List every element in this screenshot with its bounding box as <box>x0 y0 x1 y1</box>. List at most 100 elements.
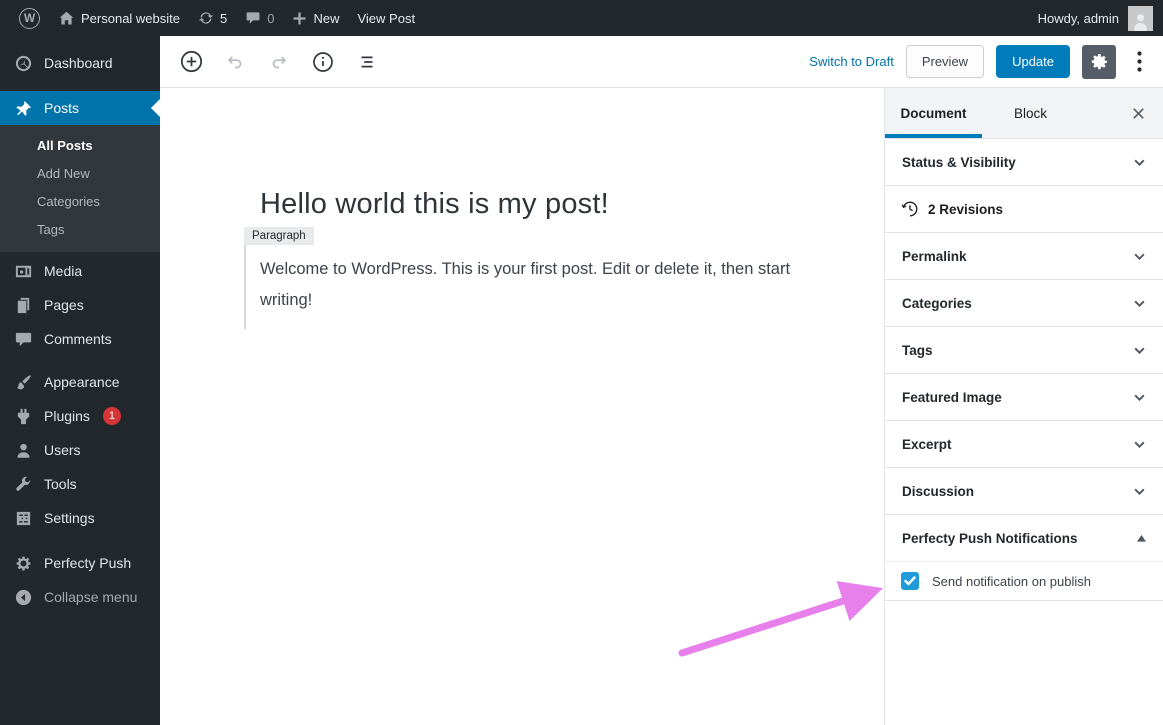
sidebar-item-label: Media <box>44 263 82 279</box>
dashboard-icon <box>14 54 33 73</box>
collapse-menu-button[interactable]: Collapse menu <box>0 580 160 614</box>
new-label: New <box>313 11 339 26</box>
panel-perfecty-push-notifications[interactable]: Perfecty Push Notifications <box>885 515 1163 562</box>
undo-arrow-icon <box>224 51 246 73</box>
plugins-update-badge: 1 <box>103 407 121 425</box>
sidebar-item-plugins[interactable]: Plugins 1 <box>0 399 160 433</box>
comments-link[interactable]: 0 <box>236 0 283 36</box>
content-structure-button[interactable] <box>305 44 341 80</box>
settings-toggle-button[interactable] <box>1082 45 1116 79</box>
site-name-label: Personal website <box>81 11 180 26</box>
paragraph-text[interactable]: Welcome to WordPress. This is your first… <box>260 254 806 315</box>
panel-categories[interactable]: Categories <box>885 280 1163 327</box>
panel-featured-image[interactable]: Featured Image <box>885 374 1163 421</box>
editor-header: Switch to Draft Preview Update <box>160 36 1163 88</box>
gear-icon <box>14 554 33 573</box>
chevron-down-icon <box>1133 344 1146 357</box>
admin-bar: W Personal website 5 0 New V <box>0 0 1163 36</box>
collapse-arrow-icon <box>14 588 33 607</box>
send-notification-checkbox[interactable] <box>901 572 919 590</box>
sidebar-item-label: Plugins <box>44 408 90 424</box>
sidebar-item-label: Dashboard <box>44 55 113 71</box>
updates-refresh-icon <box>198 10 214 26</box>
chevron-down-icon <box>1133 391 1146 404</box>
wrench-icon <box>14 475 33 494</box>
block-type-label: Paragraph <box>244 227 314 245</box>
post-title-input[interactable]: Hello world this is my post! <box>260 188 806 221</box>
sidebar-item-label: Tools <box>44 476 77 492</box>
wordpress-menu-button[interactable]: W <box>10 0 49 36</box>
sidebar-item-label: Collapse menu <box>44 589 137 605</box>
update-button[interactable]: Update <box>996 45 1070 78</box>
submenu-item-add-new[interactable]: Add New <box>0 160 160 188</box>
comments-count: 0 <box>267 11 274 26</box>
settings-sliders-icon <box>14 509 33 528</box>
circle-plus-icon <box>179 49 204 74</box>
kebab-menu-icon <box>1137 51 1142 72</box>
block-navigation-button[interactable] <box>349 44 385 80</box>
home-icon <box>58 10 75 27</box>
panel-excerpt[interactable]: Excerpt <box>885 421 1163 468</box>
submenu-item-categories[interactable]: Categories <box>0 188 160 216</box>
active-menu-arrow <box>142 99 160 117</box>
plus-icon <box>292 11 307 26</box>
paragraph-block[interactable]: Welcome to WordPress. This is your first… <box>244 245 806 329</box>
updates-link[interactable]: 5 <box>189 0 236 36</box>
sidebar-item-users[interactable]: Users <box>0 433 160 467</box>
preview-button[interactable]: Preview <box>906 45 984 78</box>
sidebar-item-appearance[interactable]: Appearance <box>0 365 160 399</box>
submenu-item-tags[interactable]: Tags <box>0 216 160 244</box>
undo-button[interactable] <box>217 44 253 80</box>
sidebar-item-comments[interactable]: Comments <box>0 322 160 356</box>
chevron-down-icon <box>1133 438 1146 451</box>
gear-icon <box>1089 52 1109 72</box>
sidebar-item-dashboard[interactable]: Dashboard <box>0 46 160 80</box>
block-inserter-button[interactable] <box>173 44 209 80</box>
new-content-button[interactable]: New <box>283 0 348 36</box>
list-view-icon <box>356 51 378 73</box>
sidebar-item-label: Posts <box>44 100 79 116</box>
sidebar-item-settings[interactable]: Settings <box>0 501 160 535</box>
person-silhouette-icon <box>1130 10 1151 31</box>
redo-button[interactable] <box>261 44 297 80</box>
post-content-column: Hello world this is my post! Paragraph W… <box>244 188 806 329</box>
panel-status-visibility[interactable]: Status & Visibility <box>885 139 1163 186</box>
sidebar-item-perfecty-push[interactable]: Perfecty Push <box>0 546 160 580</box>
editor-header-actions: Switch to Draft Preview Update <box>809 45 1163 79</box>
tab-block[interactable]: Block <box>982 88 1079 138</box>
view-post-link[interactable]: View Post <box>348 0 424 36</box>
send-notification-label[interactable]: Send notification on publish <box>932 574 1091 589</box>
user-icon <box>14 441 33 460</box>
comment-bubble-icon <box>245 10 261 26</box>
sidebar-item-posts[interactable]: Posts <box>0 91 160 125</box>
media-icon <box>14 262 33 281</box>
editor-canvas: Hello world this is my post! Paragraph W… <box>160 88 884 725</box>
submenu-item-all-posts[interactable]: All Posts <box>0 132 160 160</box>
account-menu[interactable]: Howdy, admin <box>1038 0 1163 36</box>
updates-count: 5 <box>220 11 227 26</box>
panel-tags[interactable]: Tags <box>885 327 1163 374</box>
chevron-down-icon <box>1133 297 1146 310</box>
howdy-label: Howdy, admin <box>1038 11 1119 26</box>
editor-toolbar <box>160 44 385 80</box>
revisions-button[interactable]: 2 Revisions <box>885 186 1163 233</box>
avatar <box>1128 6 1153 31</box>
panel-permalink[interactable]: Permalink <box>885 233 1163 280</box>
view-post-label: View Post <box>357 11 415 26</box>
pages-icon <box>14 296 33 315</box>
panel-discussion[interactable]: Discussion <box>885 468 1163 515</box>
more-tools-button[interactable] <box>1128 45 1150 79</box>
switch-to-draft-link[interactable]: Switch to Draft <box>809 54 894 69</box>
close-settings-button[interactable] <box>1113 88 1163 138</box>
send-notification-row: Send notification on publish <box>885 562 1163 601</box>
tab-document[interactable]: Document <box>885 88 982 138</box>
site-name-link[interactable]: Personal website <box>49 0 189 36</box>
sidebar-item-label: Comments <box>44 331 112 347</box>
paintbrush-icon <box>14 373 33 392</box>
admin-bar-left: W Personal website 5 0 New V <box>0 0 424 36</box>
sidebar-item-label: Perfecty Push <box>44 555 131 571</box>
sidebar-item-pages[interactable]: Pages <box>0 288 160 322</box>
sidebar-item-media[interactable]: Media <box>0 254 160 288</box>
sidebar-item-tools[interactable]: Tools <box>0 467 160 501</box>
wordpress-logo-icon: W <box>19 8 40 29</box>
